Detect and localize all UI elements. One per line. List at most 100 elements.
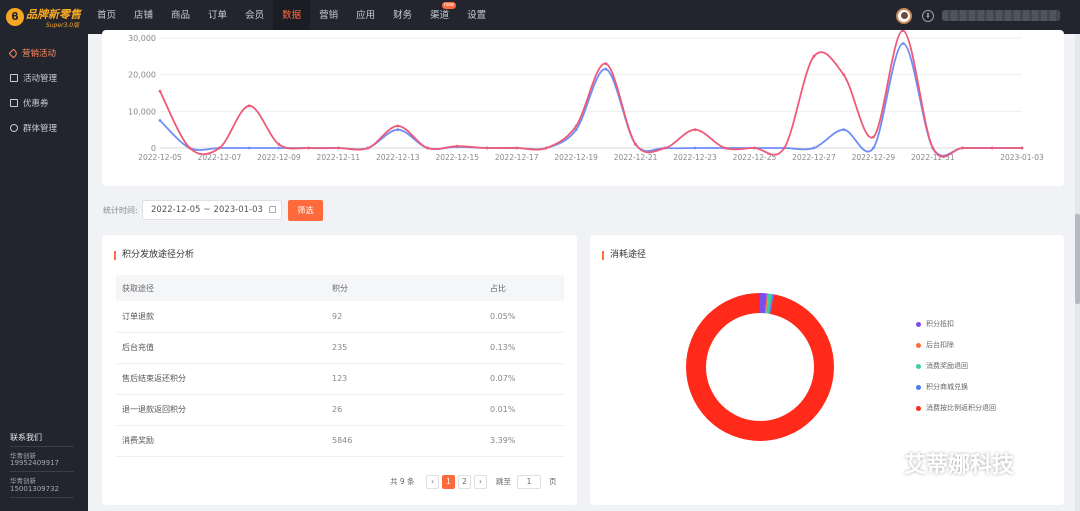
series-1-point[interactable]	[158, 119, 162, 122]
series-1-point[interactable]	[693, 146, 697, 150]
series-1-point[interactable]	[871, 146, 875, 150]
nav-item-label: 设置	[467, 10, 487, 21]
table-cell: 123	[266, 363, 416, 395]
y-tick-label: 10,000	[128, 107, 156, 116]
next-page-button[interactable]: ›	[474, 475, 487, 489]
series-0-point[interactable]	[871, 135, 875, 139]
legend-item[interactable]: 后台扣除	[916, 340, 954, 350]
prev-page-button[interactable]: ‹	[426, 475, 439, 489]
series-1-point[interactable]	[396, 128, 400, 132]
sidebar: 营销活动 活动管理 优惠券 群体管理 联系我们 华青创新 19952409917…	[0, 34, 88, 511]
series-0-point[interactable]	[426, 146, 429, 150]
series-0-point[interactable]	[693, 128, 697, 132]
series-0-point[interactable]	[218, 146, 221, 150]
sidebar-item-label: 优惠券	[23, 99, 49, 109]
sidebar-item-coupon[interactable]: 优惠券	[10, 96, 49, 110]
series-0-point[interactable]	[158, 89, 162, 93]
series-0-point[interactable]	[515, 146, 519, 150]
nav-item-10[interactable]: 设置	[458, 0, 495, 34]
points-issue-card: 积分发放途径分析 获取途径 积分 占比 订单退款 92 0.05% 后台充值 2…	[102, 235, 577, 505]
wechat-icon	[859, 449, 896, 476]
series-0-point[interactable]	[634, 142, 637, 146]
series-0-point[interactable]	[396, 124, 400, 128]
series-0-point[interactable]	[812, 54, 816, 58]
nav-item-7[interactable]: 应用	[347, 0, 384, 34]
contact-name: 华青创新	[10, 477, 36, 485]
series-1-point[interactable]	[901, 42, 905, 45]
x-tick-label: 2022-12-19	[554, 153, 598, 162]
legend-label: 消费奖励退回	[926, 362, 968, 370]
series-0-point[interactable]	[247, 104, 251, 108]
series-0-point[interactable]	[277, 142, 281, 146]
user-name-blurred[interactable]	[942, 10, 1060, 21]
legend-item[interactable]: 积分抵扣	[916, 319, 954, 329]
series-0-point[interactable]	[782, 146, 786, 150]
series-0-point[interactable]	[545, 146, 548, 150]
date-separator: ~	[203, 205, 211, 215]
series-1-point[interactable]	[604, 67, 608, 71]
series-0-point[interactable]	[842, 73, 846, 77]
series-0-point[interactable]	[663, 146, 667, 150]
series-0-point[interactable]	[753, 146, 756, 150]
date-range-picker[interactable]: 2022-12-05 ~2023-01-03	[142, 200, 282, 220]
jump-label: 跳至	[496, 477, 511, 486]
legend-item[interactable]: 消费奖励退回	[916, 361, 968, 371]
donut-slice-4[interactable]	[686, 293, 834, 441]
series-0-point[interactable]	[485, 146, 489, 150]
nav-item-2[interactable]: 商品	[162, 0, 199, 34]
page-scrollbar[interactable]	[1075, 34, 1080, 511]
series-1-point[interactable]	[277, 146, 281, 150]
series-0-point[interactable]	[961, 146, 964, 150]
nav-item-label: 应用	[356, 10, 376, 21]
sidebar-item-group[interactable]: 群体管理	[10, 121, 57, 135]
page-button-2[interactable]: 2	[458, 475, 471, 489]
series-0-point[interactable]	[604, 62, 608, 66]
series-1-point[interactable]	[812, 146, 816, 150]
sidebar-item-marketing[interactable]: 营销活动	[8, 46, 56, 60]
column-header: 获取途径	[116, 275, 266, 301]
series-0-point[interactable]	[455, 144, 459, 148]
page-button-1[interactable]: 1	[442, 475, 455, 489]
nav-item-9[interactable]: 渠道 new	[421, 0, 458, 34]
nav-item-5[interactable]: 数据	[273, 0, 311, 34]
legend-label: 后台扣除	[926, 341, 954, 349]
nav-item-1[interactable]: 店铺	[125, 0, 162, 34]
series-0-point[interactable]	[931, 146, 935, 150]
series-0-point[interactable]	[307, 146, 311, 150]
trend-line-chart: 010,00020,00030,0002022-12-05 2022-12-07 2…	[128, 29, 1044, 162]
sidebar-item-activity[interactable]: 活动管理	[10, 71, 57, 85]
series-1-point[interactable]	[842, 128, 846, 132]
card-title: 消耗途径	[602, 251, 646, 260]
app-logo[interactable]: ϐ 品牌新零售 Super3.0版	[6, 6, 82, 30]
legend-item[interactable]: 积分商城兑换	[916, 382, 968, 392]
avatar[interactable]	[896, 8, 912, 24]
nav-item-6[interactable]: 营销	[310, 0, 347, 34]
series-0-point[interactable]	[990, 146, 994, 150]
tag-icon	[8, 48, 19, 58]
series-0-point[interactable]	[366, 146, 370, 150]
scrollbar-thumb[interactable]	[1075, 214, 1080, 304]
user-icon[interactable]: ⬇	[922, 10, 934, 22]
x-tick-label: 2023-01-03	[1000, 153, 1044, 162]
x-tick-label: 2022-12-21	[614, 153, 658, 162]
series-0-point[interactable]	[188, 146, 192, 150]
series-0-point[interactable]	[723, 146, 727, 150]
series-0-point[interactable]	[574, 124, 578, 128]
legend-label: 积分商城兑换	[926, 383, 968, 391]
filter-button[interactable]: 筛选	[288, 200, 323, 221]
series-1-point[interactable]	[247, 146, 251, 150]
calendar-icon	[269, 206, 276, 213]
wechat-watermark: 艾蒂娜科技	[858, 445, 1014, 481]
nav-item-label: 订单	[208, 10, 228, 21]
nav-item-8[interactable]: 财务	[384, 0, 421, 34]
nav-item-3[interactable]: 订单	[199, 0, 236, 34]
nav-item-4[interactable]: 会员	[236, 0, 273, 34]
nav-item-label: 营销	[319, 10, 339, 21]
series-0-point[interactable]	[1020, 146, 1024, 150]
legend-item[interactable]: 消费按比例返积分退回	[916, 403, 996, 413]
series-0-point[interactable]	[336, 146, 340, 150]
table-cell: 235	[266, 332, 416, 364]
jump-page-input[interactable]: 1	[517, 475, 541, 489]
logo-subtitle: Super3.0版	[46, 22, 80, 29]
nav-item-0[interactable]: 首页	[88, 0, 125, 34]
